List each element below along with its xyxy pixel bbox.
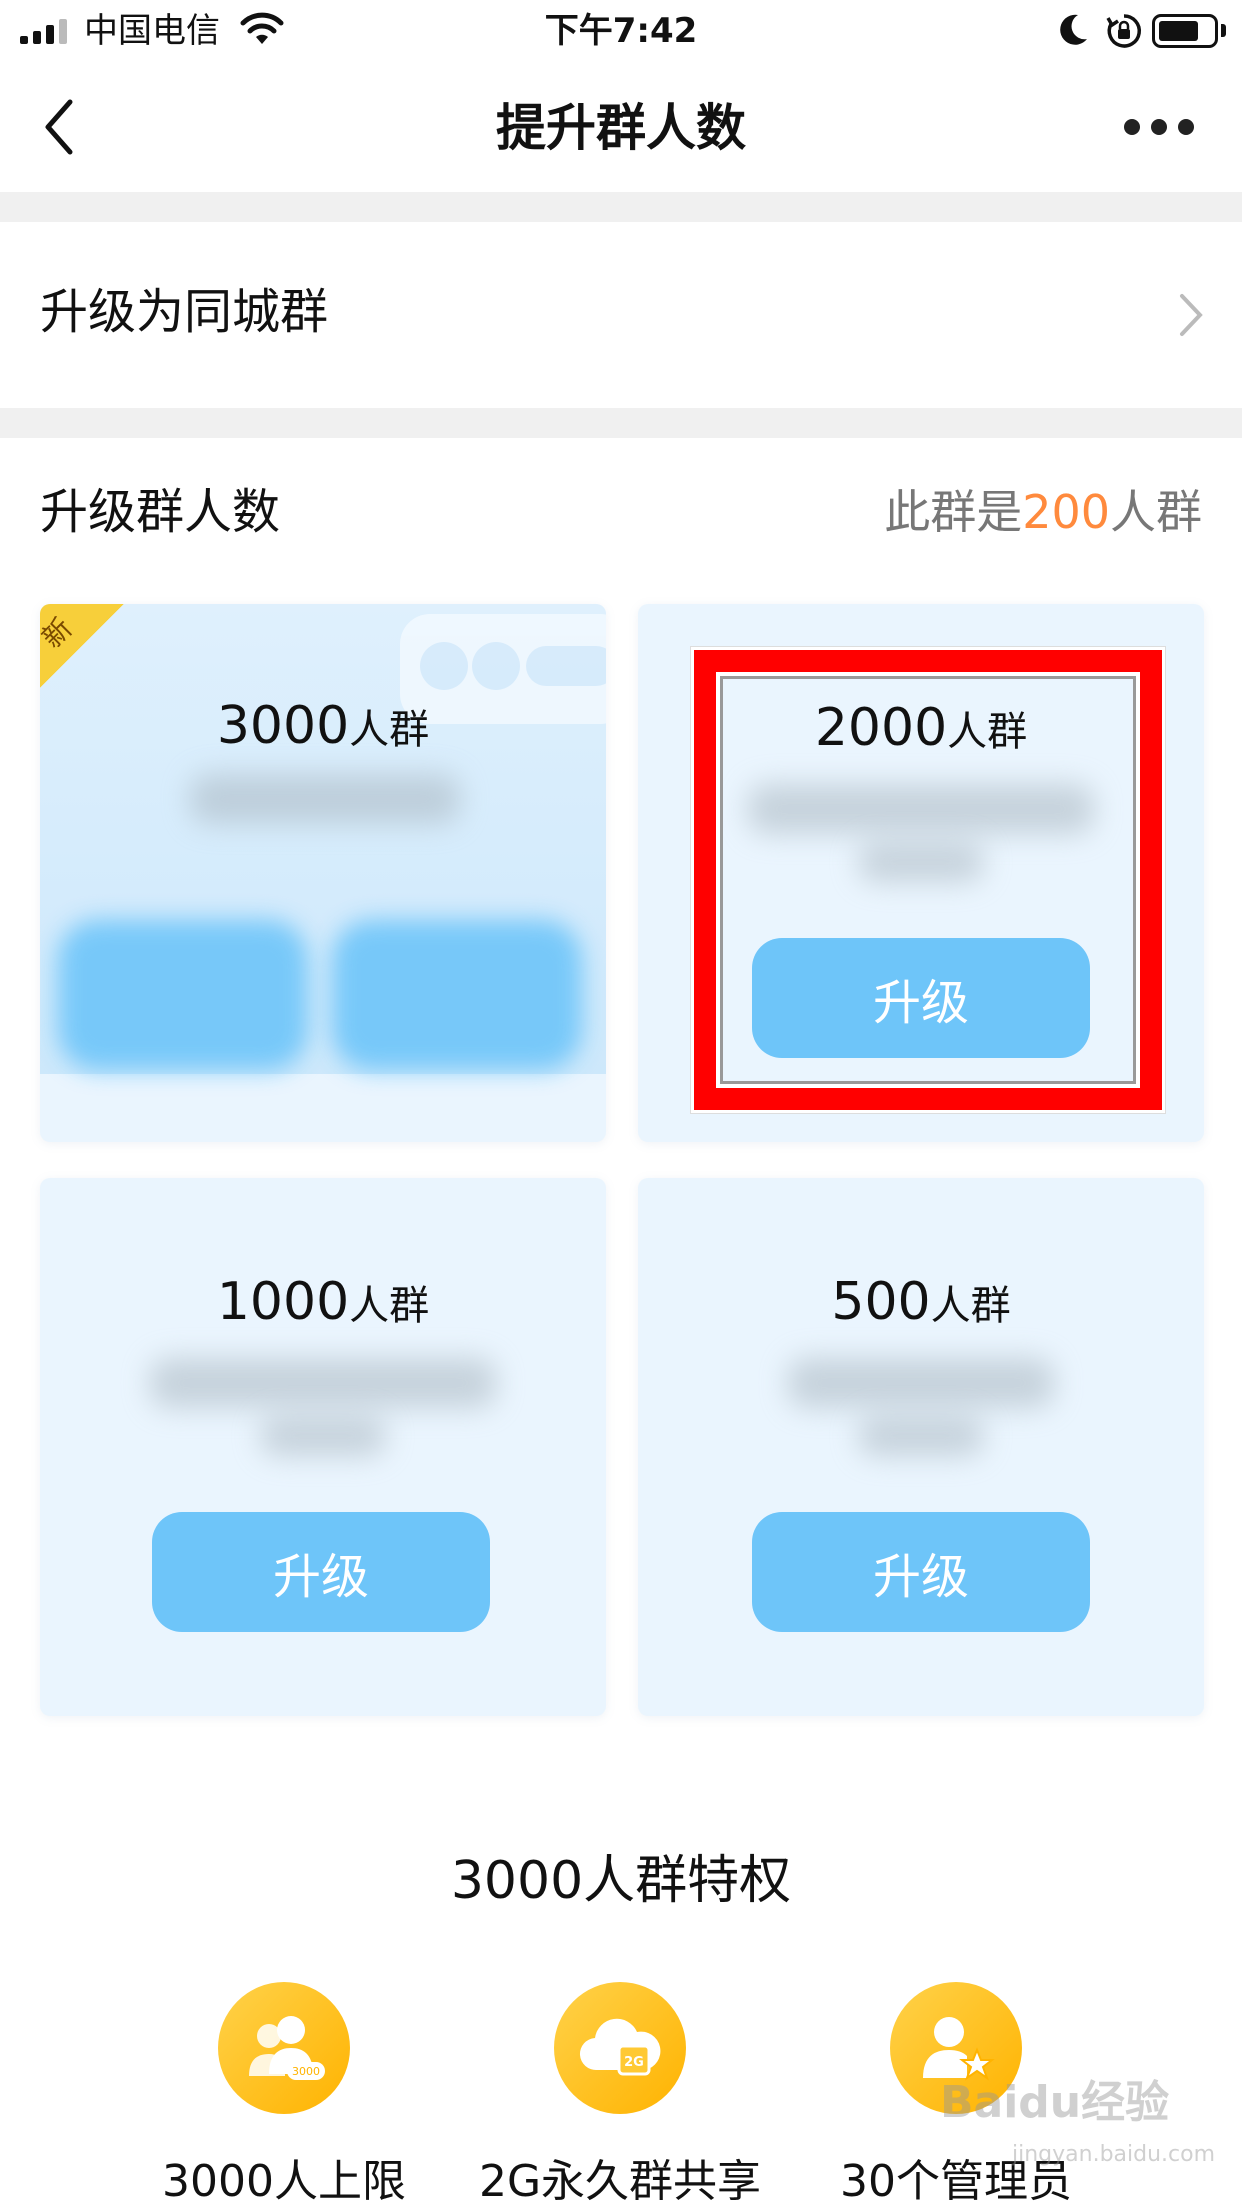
privilege-shared-storage: 2G 2G永久群共享 — [450, 1982, 790, 2208]
upgrade-button-1000[interactable]: 升级 — [152, 1512, 490, 1632]
plan-count: 1000 — [216, 1272, 350, 1332]
upgrade-city-group-label: 升级为同城群 — [40, 284, 329, 340]
section-divider — [0, 408, 1242, 438]
more-dots-icon[interactable] — [1124, 112, 1194, 142]
blurred-price-note — [260, 1416, 386, 1456]
plan-card-3000[interactable]: 3000人群 新 — [40, 604, 606, 1142]
watermark-url: jingyan.baidu.com — [1012, 2142, 1216, 2167]
page-title: 提升群人数 — [496, 99, 746, 157]
plan-count: 500 — [831, 1272, 931, 1332]
current-group-size-count: 200 — [1022, 485, 1110, 539]
privileges-title: 3000人群特权 — [450, 1851, 792, 1911]
rotation-lock-icon — [1105, 12, 1143, 54]
status-time: 下午7:42 — [544, 11, 698, 51]
upgrade-section-title: 升级群人数 — [40, 484, 281, 540]
watermark: Baidu经验 — [940, 2077, 1170, 2128]
current-group-size-suffix: 人群 — [1110, 485, 1202, 539]
group-members-icon: 3000 — [218, 1982, 350, 2114]
battery-level — [1159, 21, 1198, 41]
blurred-button[interactable] — [58, 920, 308, 1070]
plan-count: 3000 — [216, 696, 350, 756]
plan-title: 500人群 — [638, 1272, 1204, 1332]
blurred-price — [788, 1358, 1054, 1408]
upgrade-city-group-row[interactable]: 升级为同城群 — [0, 222, 1242, 408]
annotation-highlight-box — [691, 647, 1165, 1113]
privilege-label: 3000人上限 — [162, 2156, 406, 2207]
new-badge-text: 新 — [40, 611, 79, 655]
blurred-button[interactable] — [332, 920, 582, 1070]
chevron-right-icon — [1176, 290, 1206, 344]
upgrade-button-500[interactable]: 升级 — [752, 1512, 1090, 1632]
member-limit-icon-text: 3000 — [292, 2065, 320, 2078]
new-badge: 新 — [40, 604, 124, 688]
plan-card-1000[interactable]: 1000人群 升级 — [40, 1178, 606, 1716]
privilege-label: 2G永久群共享 — [478, 2156, 762, 2207]
blurred-price — [190, 774, 460, 824]
current-group-size-prefix: 此群是 — [884, 485, 1023, 539]
plan-card-500[interactable]: 500人群 升级 — [638, 1178, 1204, 1716]
privilege-member-limit: 3000 3000人上限 — [114, 1982, 454, 2208]
blurred-price-note — [858, 1416, 984, 1456]
plan-unit: 人群 — [349, 707, 430, 753]
plan-title: 3000人群 — [40, 696, 606, 756]
plan-title: 1000人群 — [40, 1272, 606, 1332]
blurred-price — [150, 1358, 496, 1408]
section-divider — [0, 192, 1242, 222]
moon-icon — [1058, 12, 1090, 52]
plan-unit: 人群 — [930, 1283, 1011, 1329]
shared-storage-icon-text: 2G — [624, 2055, 644, 2070]
status-bar: 中国电信 下午7:42 — [0, 0, 1242, 62]
cloud-storage-icon: 2G — [554, 1982, 686, 2114]
current-group-size: 此群是200人群 — [884, 480, 1202, 544]
navigation-bar: 提升群人数 — [0, 62, 1242, 192]
battery-icon — [1152, 14, 1218, 48]
plan-unit: 人群 — [349, 1283, 430, 1329]
battery-cap — [1221, 24, 1226, 37]
